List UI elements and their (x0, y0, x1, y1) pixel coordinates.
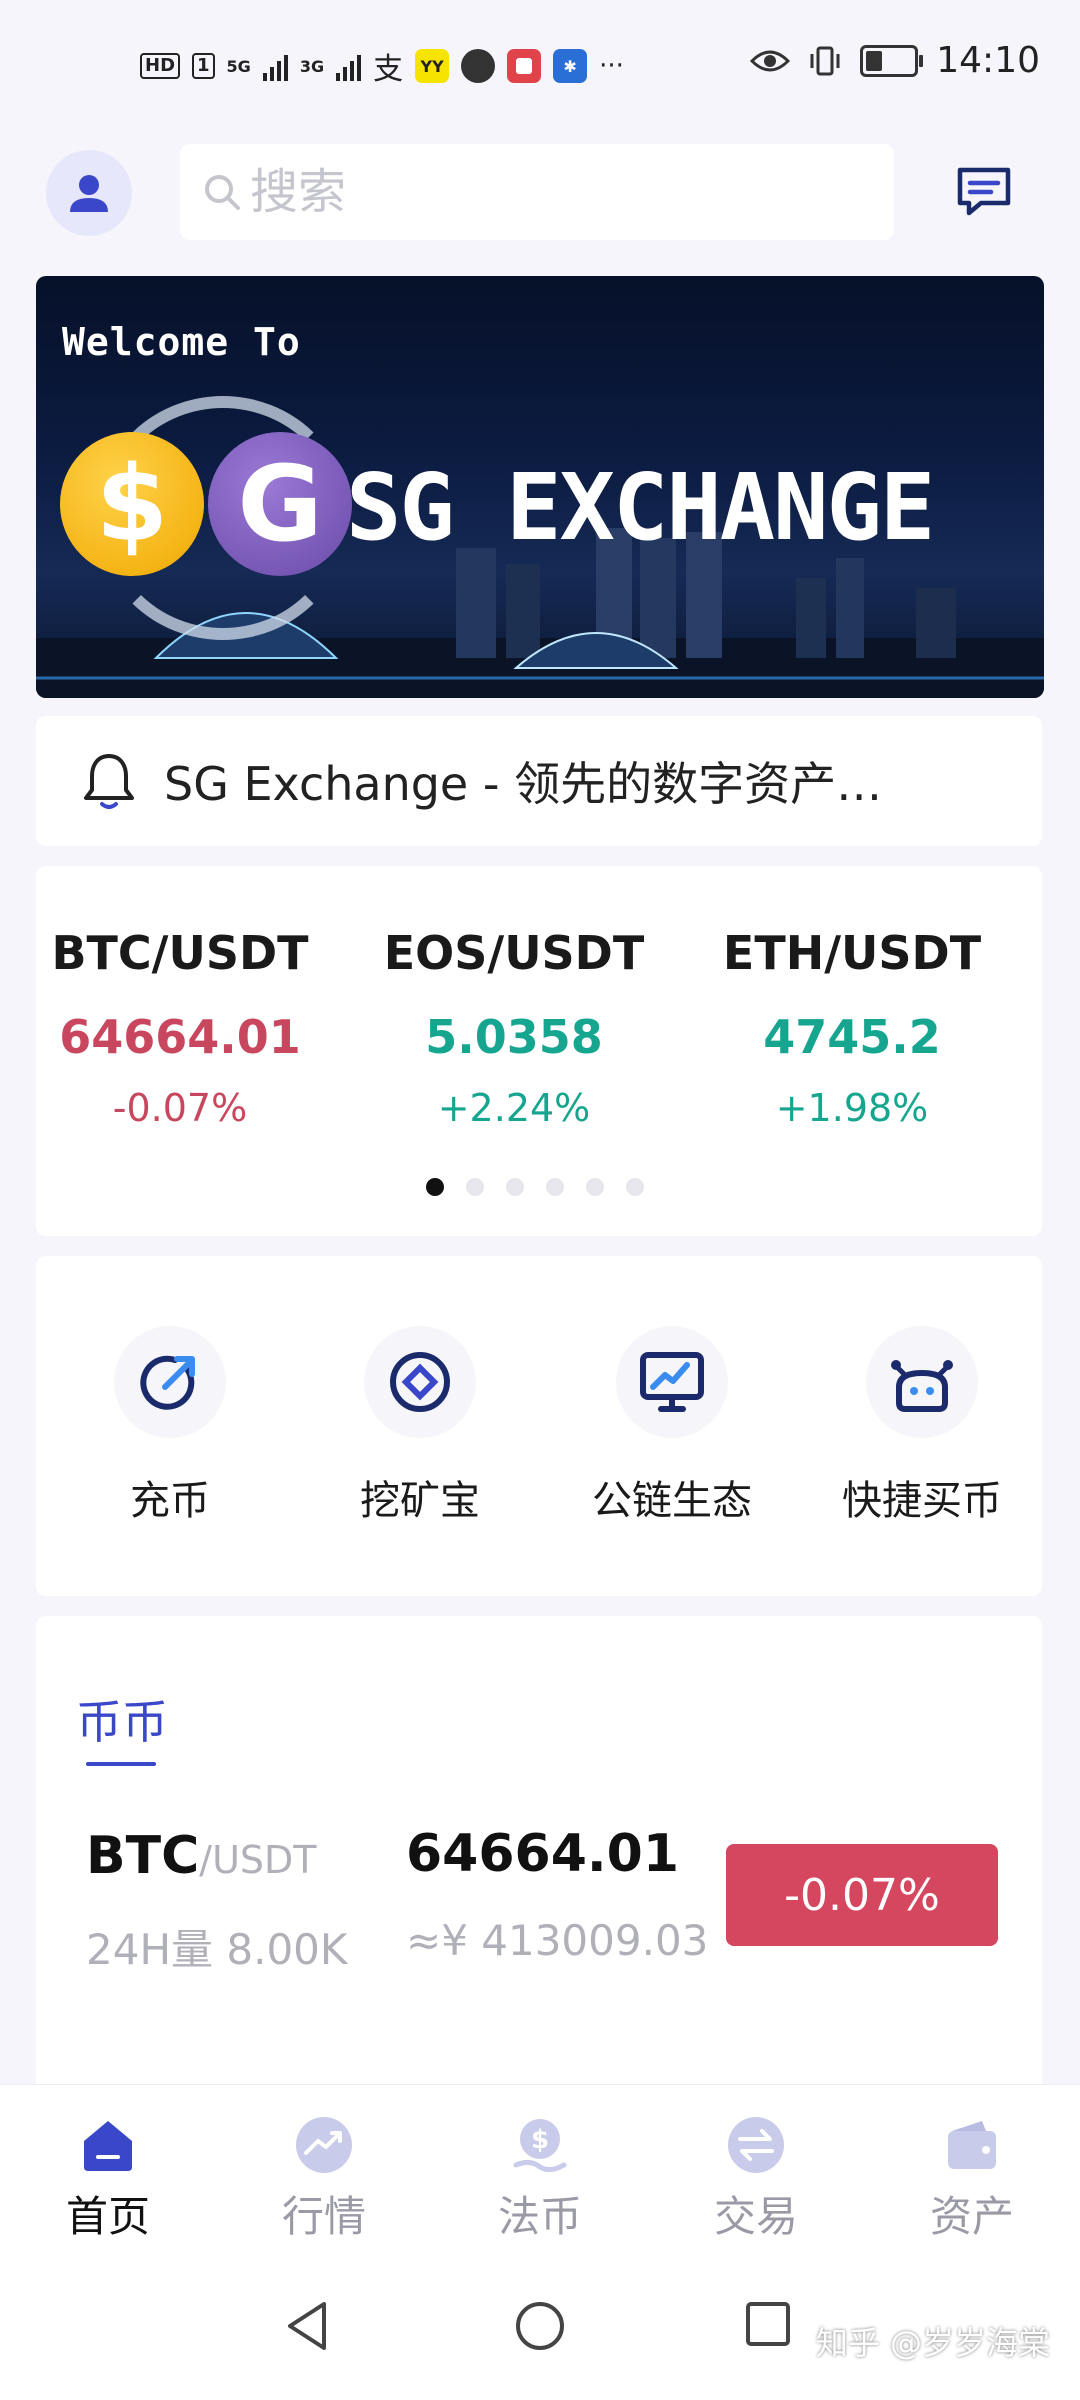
quick-ecosystem-label: 公链生态 (592, 1478, 752, 1524)
bulb-app-icon: ✱ (553, 49, 588, 83)
ticker-pair: BTC/USDT (51, 926, 309, 980)
announcement-bar[interactable]: SG Exchange - 领先的数字资产… (36, 716, 1042, 846)
ticker-price: 5.0358 (425, 1010, 603, 1064)
robot-icon (891, 1360, 953, 1412)
carousel-pagination (426, 1178, 644, 1196)
recents-icon[interactable] (744, 2300, 792, 2348)
page-dot[interactable] (626, 1178, 644, 1196)
nav-fiat-label: 法币 (497, 2192, 582, 2241)
messages-button[interactable] (950, 160, 1018, 224)
nav-trade[interactable]: 交易 (648, 2115, 864, 2244)
market-change-badge[interactable]: -0.07% (726, 1844, 998, 1946)
network-type-3g: 3G (299, 56, 325, 76)
quick-ecosystem-button[interactable]: 公链生态 (552, 1326, 792, 1526)
ticker-price: 4745.2 (763, 1010, 941, 1064)
ticker-item-eth[interactable]: ETH/USDT 4745.2 +1.98% (702, 926, 1002, 1130)
nav-market-label: 行情 (281, 2192, 366, 2241)
status-bar: HD 1 5G 3G 支 YY ✱ ··· 14:10 (0, 0, 1080, 130)
logo-coin-s: $ (60, 432, 204, 576)
status-right-icons: 14:10 (750, 40, 1040, 81)
quick-buy-button[interactable]: 快捷买币 (802, 1326, 1042, 1526)
home-circle-icon[interactable] (514, 2300, 566, 2352)
ticker-change: +2.24% (437, 1086, 591, 1130)
quick-mining-button[interactable]: 挖矿宝 (300, 1326, 540, 1526)
sim-indicator: 1 (192, 53, 215, 79)
nav-trade-label: 交易 (713, 2192, 798, 2241)
tab-indicator (86, 1762, 156, 1766)
clock: 14:10 (936, 40, 1040, 81)
banner-brand-name: SG EXCHANGE (346, 454, 935, 561)
deposit-arrow-icon (140, 1355, 195, 1410)
fiat-coin-icon: $ (513, 2119, 567, 2173)
search-icon (205, 175, 240, 210)
market-cny-price: ≈¥ 413009.03 (406, 1916, 709, 1965)
logo-coin-g: G (208, 432, 352, 576)
user-icon (70, 175, 108, 212)
ticker-pair: EOS/USDT (383, 926, 645, 980)
more-notifications-icon: ··· (599, 51, 624, 81)
ticker-item-eos[interactable]: EOS/USDT 5.0358 +2.24% (364, 926, 664, 1130)
alipay-icon: 支 (373, 52, 404, 87)
message-icon (957, 167, 1011, 216)
yy-app-icon: YY (415, 49, 450, 83)
market-volume: 24H量 8.00K (86, 1925, 348, 1974)
market-trend-icon (296, 2117, 352, 2173)
watermark-text: 知乎 @岁岁海棠 (815, 2324, 1050, 2362)
market-section: 币币 BTC/USDT 24H量 8.00K 64664.01 ≈¥ 41300… (36, 1616, 1042, 2086)
wallet-icon (948, 2121, 996, 2169)
page-dot[interactable] (586, 1178, 604, 1196)
exchange-icon (728, 2117, 784, 2173)
ticker-change: +1.98% (775, 1086, 929, 1130)
status-left-icons: HD 1 5G 3G 支 YY ✱ ··· (140, 44, 624, 88)
bell-icon (84, 754, 134, 809)
quick-buy-label: 快捷买币 (842, 1478, 1002, 1524)
page-dot[interactable] (466, 1178, 484, 1196)
market-base: BTC (86, 1826, 200, 1886)
red-app-icon (507, 49, 542, 83)
user-avatar-button[interactable] (46, 150, 132, 236)
market-quote: /USDT (199, 1838, 317, 1882)
market-price: 64664.01 (406, 1824, 680, 1884)
signal-icon-2 (336, 51, 362, 81)
back-icon[interactable] (284, 2300, 332, 2352)
page-dot[interactable] (546, 1178, 564, 1196)
ticker-pair: ETH/USDT (722, 926, 982, 980)
bottom-navigation: 首页 行情 $ 法币 交易 资产 (0, 2084, 1080, 2255)
nav-assets[interactable]: 资产 (864, 2115, 1080, 2244)
eye-icon (750, 50, 791, 71)
home-icon (84, 2121, 132, 2171)
announcement-text: SG Exchange - 领先的数字资产… (164, 757, 883, 811)
ticker-item-btc[interactable]: BTC/USDT 64664.01 -0.07% (30, 926, 330, 1130)
page-dot[interactable] (426, 1178, 444, 1196)
mining-icon (390, 1352, 450, 1412)
nav-home[interactable]: 首页 (0, 2115, 216, 2244)
ball-app-icon (461, 49, 496, 83)
page-dot[interactable] (506, 1178, 524, 1196)
market-pair: BTC/USDT (86, 1826, 317, 1886)
signal-icon (262, 51, 288, 81)
promo-banner[interactable]: Welcome To $ G SG EXCHANGE (36, 276, 1044, 698)
ticker-price: 64664.01 (59, 1010, 301, 1064)
nav-home-label: 首页 (65, 2192, 150, 2241)
quick-mining-label: 挖矿宝 (360, 1478, 480, 1524)
nav-market[interactable]: 行情 (216, 2115, 432, 2244)
quick-deposit-label: 充币 (130, 1478, 210, 1524)
quick-deposit-button[interactable]: 充币 (50, 1326, 290, 1526)
tab-spot[interactable]: 币币 (76, 1686, 168, 1752)
nav-fiat[interactable]: $ 法币 (432, 2115, 648, 2244)
search-input[interactable] (248, 163, 852, 221)
banner-welcome-text: Welcome To (62, 320, 301, 364)
svg-text:$: $ (531, 2125, 549, 2155)
nav-assets-label: 资产 (929, 2192, 1014, 2241)
monitor-chart-icon (640, 1352, 704, 1412)
network-type-5g: 5G (226, 56, 251, 76)
battery-icon (860, 44, 924, 77)
hd-indicator: HD (140, 53, 181, 79)
quick-menu: 充币 挖矿宝 公链生态 快捷买币 (36, 1256, 1042, 1596)
vibrate-icon (810, 46, 840, 75)
search-bar[interactable] (180, 144, 894, 240)
ticker-change: -0.07% (112, 1086, 248, 1130)
ticker-carousel[interactable]: BTC/USDT 64664.01 -0.07% EOS/USDT 5.0358… (36, 866, 1042, 1236)
